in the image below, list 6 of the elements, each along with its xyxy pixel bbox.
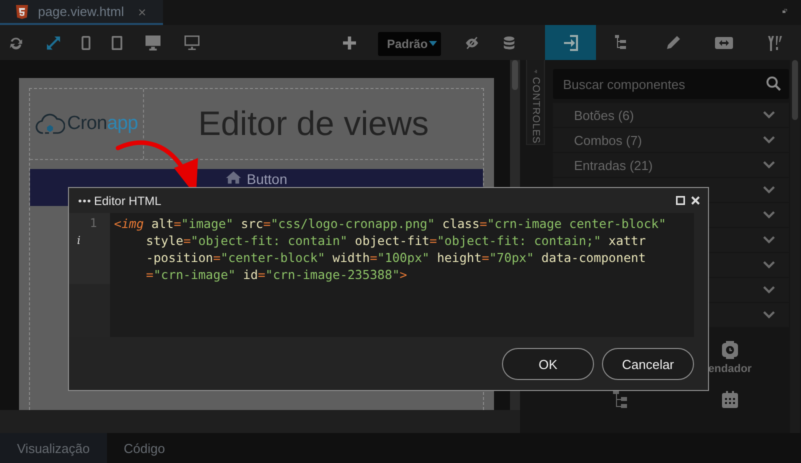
- info-marker: i: [76, 233, 82, 249]
- dialog-title: Editor HTML: [94, 194, 162, 208]
- tab-title: page.view.html: [38, 4, 124, 19]
- page-title: Editor de views: [198, 104, 429, 144]
- line-number: 1: [88, 214, 98, 232]
- logo-text: Cronapp: [67, 113, 138, 135]
